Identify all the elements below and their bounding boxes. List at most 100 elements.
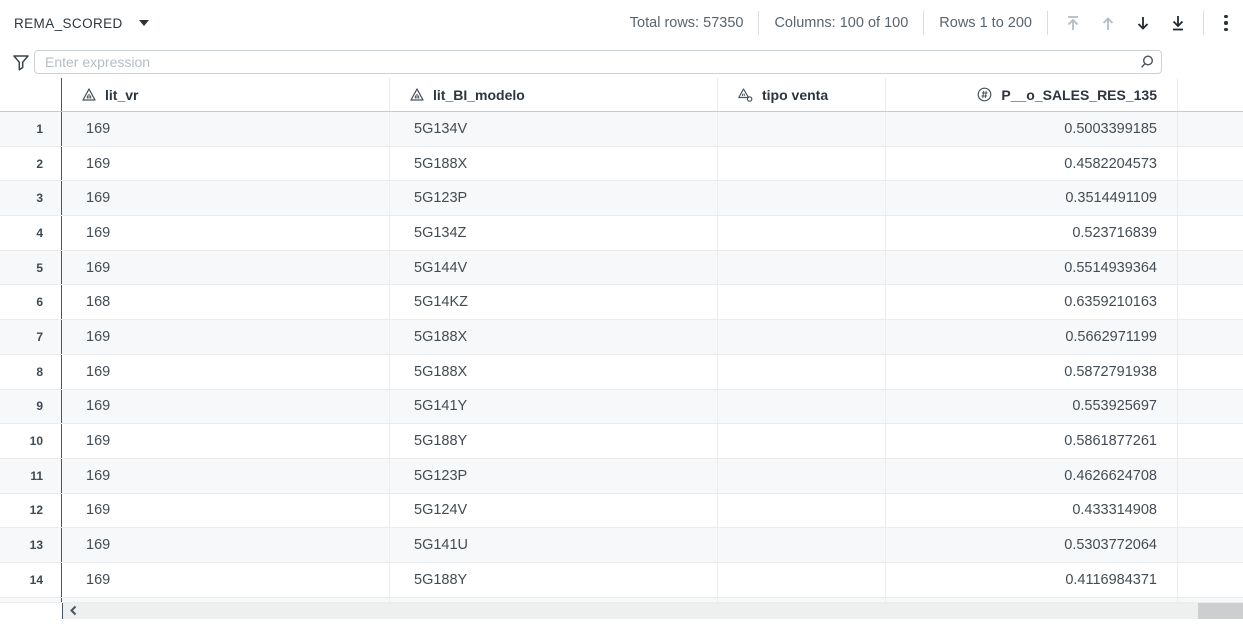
row-number[interactable]: 2 bbox=[0, 146, 62, 181]
cell-score[interactable]: 0.5003399185 bbox=[886, 112, 1178, 146]
cell-tipo-venta[interactable] bbox=[718, 458, 886, 493]
row-number[interactable]: 8 bbox=[0, 354, 62, 389]
cell-tipo-venta[interactable] bbox=[718, 354, 886, 389]
cell-score[interactable]: 0.5514939364 bbox=[886, 250, 1178, 285]
table-row[interactable]: 2 169 5G188X 0.4582204573 bbox=[0, 146, 1243, 182]
cell-lit-vr[interactable]: 169 bbox=[62, 354, 390, 389]
row-number[interactable]: 12 bbox=[0, 493, 62, 528]
cell-lit-bi-modelo[interactable]: 5G141Y bbox=[390, 389, 718, 424]
cell-lit-bi-modelo[interactable]: 5G123P bbox=[390, 181, 718, 216]
cell-score[interactable]: 0.4582204573 bbox=[886, 146, 1178, 181]
cell-score[interactable]: 0.6359210163 bbox=[886, 285, 1178, 320]
scroll-to-top-button[interactable] bbox=[1063, 13, 1083, 33]
table-row[interactable]: 14 169 5G188Y 0.4116984371 bbox=[0, 562, 1243, 598]
table-row[interactable]: 9 169 5G141Y 0.553925697 bbox=[0, 389, 1243, 425]
row-number[interactable]: 13 bbox=[0, 528, 62, 562]
column-header-score[interactable]: P__o_SALES_RES_135 bbox=[886, 78, 1178, 111]
cell-lit-vr[interactable]: 169 bbox=[62, 146, 390, 181]
cell-tipo-venta[interactable] bbox=[718, 389, 886, 424]
cell-lit-bi-modelo[interactable]: 5G141U bbox=[390, 528, 718, 562]
cell-tipo-venta[interactable] bbox=[718, 112, 886, 146]
cell-score[interactable]: 0.5662971199 bbox=[886, 320, 1178, 354]
cell-lit-vr[interactable]: 169 bbox=[62, 181, 390, 216]
cell-lit-bi-modelo[interactable]: 5G124V bbox=[390, 493, 718, 528]
table-row[interactable]: 6 168 5G14KZ 0.6359210163 bbox=[0, 285, 1243, 321]
cell-tipo-venta[interactable] bbox=[718, 424, 886, 458]
cell-lit-bi-modelo[interactable]: 5G188X bbox=[390, 320, 718, 354]
row-number[interactable]: 14 bbox=[0, 562, 62, 597]
cell-lit-bi-modelo[interactable]: 5G188X bbox=[390, 354, 718, 389]
cell-lit-vr[interactable]: 169 bbox=[62, 458, 390, 493]
column-header-tipo-venta[interactable]: tipo venta bbox=[718, 78, 886, 111]
cell-lit-vr[interactable]: 169 bbox=[62, 389, 390, 424]
cell-score[interactable]: 0.5861877261 bbox=[886, 424, 1178, 458]
cell-lit-vr[interactable]: 169 bbox=[62, 250, 390, 285]
cell-tipo-venta[interactable] bbox=[718, 320, 886, 354]
cell-lit-vr[interactable]: 169 bbox=[62, 493, 390, 528]
row-number[interactable]: 10 bbox=[0, 424, 62, 458]
cell-tipo-venta[interactable] bbox=[718, 146, 886, 181]
scroll-up-button[interactable] bbox=[1098, 13, 1118, 33]
cell-score[interactable]: 0.5872791938 bbox=[886, 354, 1178, 389]
cell-lit-vr[interactable]: 169 bbox=[62, 562, 390, 597]
table-row[interactable]: 8 169 5G188X 0.5872791938 bbox=[0, 354, 1243, 390]
row-number[interactable]: 6 bbox=[0, 285, 62, 320]
scroll-down-button[interactable] bbox=[1133, 13, 1153, 33]
cell-tipo-venta[interactable] bbox=[718, 216, 886, 250]
table-row[interactable]: 7 169 5G188X 0.5662971199 bbox=[0, 320, 1243, 355]
filter-button[interactable] bbox=[8, 54, 34, 71]
cell-lit-bi-modelo[interactable]: 5G134Z bbox=[390, 216, 718, 250]
table-row[interactable]: 10 169 5G188Y 0.5861877261 bbox=[0, 424, 1243, 459]
cell-score[interactable]: 0.3514491109 bbox=[886, 181, 1178, 216]
cell-tipo-venta[interactable] bbox=[718, 285, 886, 320]
cell-score[interactable]: 0.553925697 bbox=[886, 389, 1178, 424]
cell-lit-vr[interactable]: 169 bbox=[62, 528, 390, 562]
scrollbar-thumb[interactable] bbox=[1198, 602, 1243, 619]
cell-tipo-venta[interactable] bbox=[718, 181, 886, 216]
dataset-selector[interactable]: REMA_SCORED bbox=[14, 16, 149, 31]
table-row[interactable]: 1 169 5G134V 0.5003399185 bbox=[0, 112, 1243, 147]
scroll-to-bottom-button[interactable] bbox=[1168, 13, 1188, 33]
table-row[interactable]: 11 169 5G123P 0.4626624708 bbox=[0, 458, 1243, 494]
row-number[interactable]: 4 bbox=[0, 216, 62, 250]
cell-lit-bi-modelo[interactable]: 5G14KZ bbox=[390, 285, 718, 320]
more-options-button[interactable] bbox=[1219, 14, 1233, 32]
table-row[interactable]: 5 169 5G144V 0.5514939364 bbox=[0, 250, 1243, 286]
column-header-lit-vr[interactable]: lit_vr bbox=[62, 78, 390, 111]
table-row[interactable]: 12 169 5G124V 0.433314908 bbox=[0, 493, 1243, 529]
scroll-left-button[interactable] bbox=[63, 605, 78, 616]
row-number[interactable]: 7 bbox=[0, 320, 62, 354]
cell-tipo-venta[interactable] bbox=[718, 493, 886, 528]
row-number[interactable]: 1 bbox=[0, 112, 62, 146]
cell-lit-vr[interactable]: 169 bbox=[62, 424, 390, 458]
cell-score[interactable]: 0.523716839 bbox=[886, 216, 1178, 250]
horizontal-scrollbar[interactable] bbox=[62, 602, 1243, 619]
cell-lit-bi-modelo[interactable]: 5G144V bbox=[390, 250, 718, 285]
cell-score[interactable]: 0.5303772064 bbox=[886, 528, 1178, 562]
table-row[interactable]: 3 169 5G123P 0.3514491109 bbox=[0, 181, 1243, 217]
cell-lit-vr[interactable]: 169 bbox=[62, 216, 390, 250]
column-header-lit-bi-modelo[interactable]: lit_BI_modelo bbox=[390, 78, 718, 111]
cell-score[interactable]: 0.4116984371 bbox=[886, 562, 1178, 597]
cell-score[interactable]: 0.4626624708 bbox=[886, 458, 1178, 493]
cell-lit-bi-modelo[interactable]: 5G134V bbox=[390, 112, 718, 146]
row-number[interactable]: 5 bbox=[0, 250, 62, 285]
row-number[interactable]: 9 bbox=[0, 389, 62, 424]
search-icon[interactable] bbox=[1139, 54, 1155, 75]
table-row[interactable]: 4 169 5G134Z 0.523716839 bbox=[0, 216, 1243, 251]
cell-tipo-venta[interactable] bbox=[718, 250, 886, 285]
cell-tipo-venta[interactable] bbox=[718, 528, 886, 562]
cell-lit-bi-modelo[interactable]: 5G188X bbox=[390, 146, 718, 181]
cell-lit-bi-modelo[interactable]: 5G188Y bbox=[390, 424, 718, 458]
cell-lit-vr[interactable]: 169 bbox=[62, 320, 390, 354]
table-row[interactable]: 13 169 5G141U 0.5303772064 bbox=[0, 528, 1243, 563]
cell-lit-vr[interactable]: 169 bbox=[62, 112, 390, 146]
expression-input[interactable] bbox=[34, 50, 1162, 74]
cell-tipo-venta[interactable] bbox=[718, 562, 886, 597]
cell-lit-vr[interactable]: 168 bbox=[62, 285, 390, 320]
cell-lit-bi-modelo[interactable]: 5G123P bbox=[390, 458, 718, 493]
cell-score[interactable]: 0.433314908 bbox=[886, 493, 1178, 528]
cell-lit-bi-modelo[interactable]: 5G188Y bbox=[390, 562, 718, 597]
row-number[interactable]: 11 bbox=[0, 458, 62, 493]
row-number[interactable]: 3 bbox=[0, 181, 62, 216]
